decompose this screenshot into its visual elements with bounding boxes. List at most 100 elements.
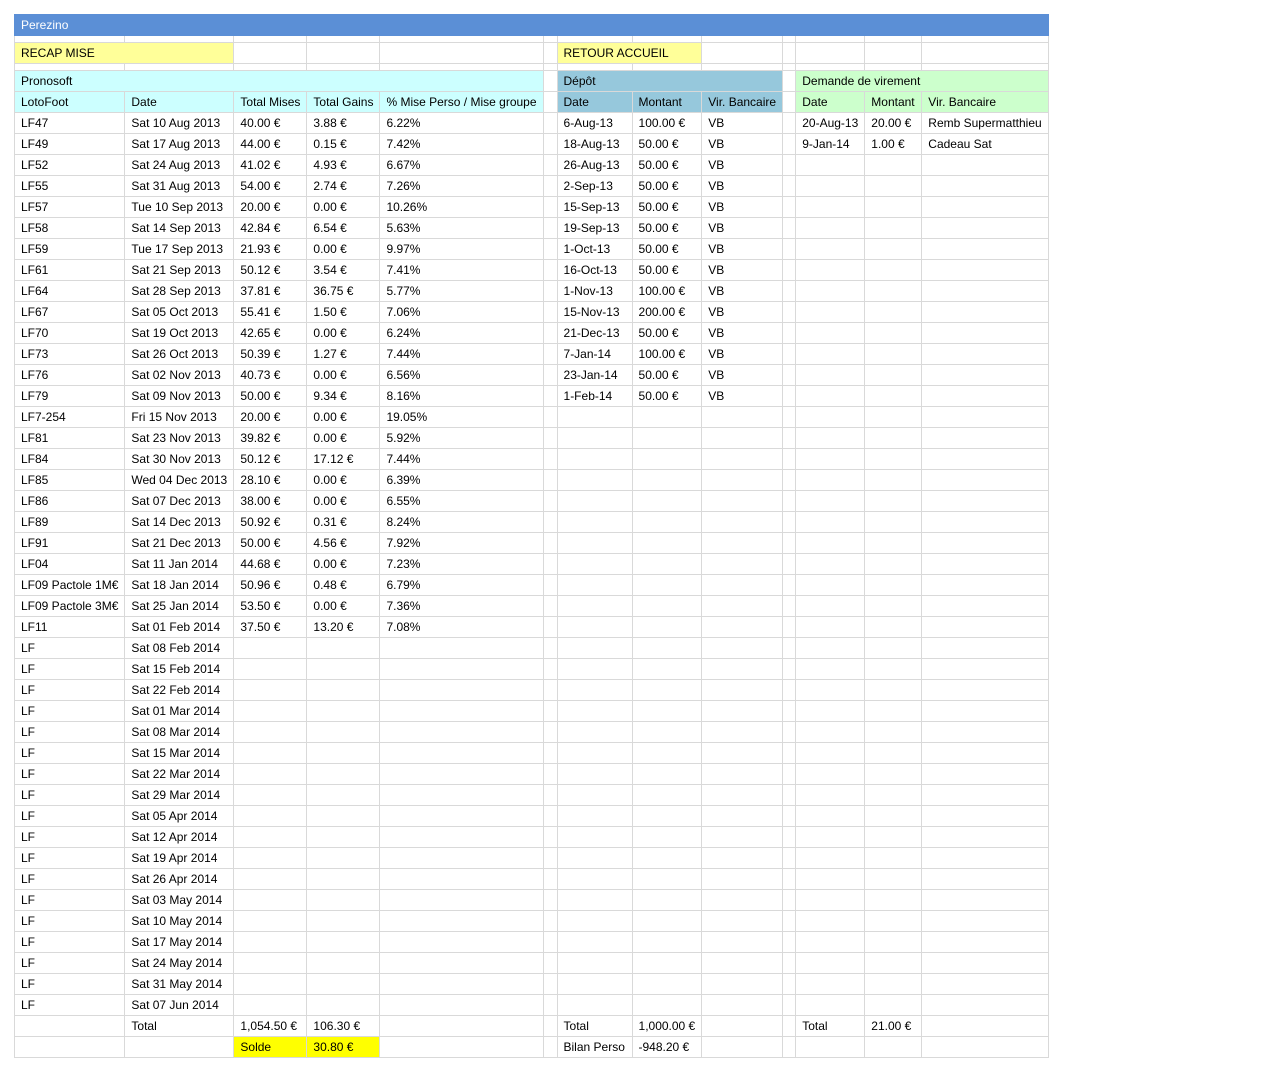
recap-mise-link[interactable]: RECAP MISE	[13, 42, 235, 64]
virement-total-value: 21.00 €	[864, 1015, 923, 1037]
pronosoft-cell	[233, 889, 308, 911]
column-header-row: LotoFoot Date Total Mises Total Gains % …	[13, 91, 1049, 113]
table-row: LF7-254 Fri 15 Nov 2013 20.00 €0.00 €19.05…	[13, 406, 1049, 428]
depot-cell: 16-Oct-13	[556, 259, 633, 281]
pronosoft-cell: 37.81 €	[233, 280, 308, 302]
depot-cell: 50.00 €	[631, 385, 703, 407]
pronosoft-cell: 50.92 €	[233, 511, 308, 533]
depot-cell: 1-Feb-14	[556, 385, 633, 407]
pronosoft-cell: 7.08%	[379, 616, 544, 638]
virement-cell: 9-Jan-14	[795, 133, 866, 155]
pronosoft-cell: 5.77%	[379, 280, 544, 302]
pronosoft-cell: 40.73 €	[233, 364, 308, 386]
pronosoft-cell: 0.00 €	[306, 553, 381, 575]
pronosoft-cell: 0.31 €	[306, 511, 381, 533]
pronosoft-cell: 7.26%	[379, 175, 544, 197]
table-row: LF Sat 22 Feb 2014	[13, 679, 1049, 701]
pronosoft-cell	[306, 868, 381, 890]
pronosoft-cell	[233, 931, 308, 953]
pronosoft-cell: 53.50 €	[233, 595, 308, 617]
pronosoft-cell: LF	[13, 973, 126, 995]
pronosoft-cell: LF	[13, 805, 126, 827]
column-header: Total Mises	[233, 91, 308, 113]
pronosoft-cell: Sat 22 Mar 2014	[124, 763, 235, 785]
pronosoft-cell	[233, 637, 308, 659]
pronosoft-cell: Sat 11 Jan 2014	[124, 553, 235, 575]
pronosoft-cell	[379, 868, 544, 890]
pronosoft-cell	[306, 994, 381, 1016]
pronosoft-cell: LF64	[13, 280, 126, 302]
pronosoft-cell: Sat 09 Nov 2013	[124, 385, 235, 407]
pronosoft-cell	[379, 847, 544, 869]
pronosoft-cell	[233, 721, 308, 743]
pronosoft-cell: Sat 23 Nov 2013	[124, 427, 235, 449]
depot-total-value: 1,000.00 €	[631, 1015, 703, 1037]
pronosoft-cell	[306, 889, 381, 911]
pronosoft-cell: Sat 08 Mar 2014	[124, 721, 235, 743]
pronosoft-cell: 36.75 €	[306, 280, 381, 302]
pronosoft-cell: 6.55%	[379, 490, 544, 512]
depot-section-label: Dépôt	[556, 70, 784, 92]
pronosoft-cell: 6.56%	[379, 364, 544, 386]
pronosoft-cell: LF	[13, 847, 126, 869]
pronosoft-cell: 40.00 €	[233, 112, 308, 134]
table-row: LF70 Sat 19 Oct 2013 42.65 €0.00 €6.24% 21-…	[13, 322, 1049, 344]
pronosoft-cell: LF58	[13, 217, 126, 239]
table-row: LF Sat 08 Feb 2014	[13, 637, 1049, 659]
pronosoft-cell	[233, 742, 308, 764]
depot-cell: VB	[701, 259, 784, 281]
pronosoft-cell: 6.54 €	[306, 217, 381, 239]
column-header: Vir. Bancaire	[921, 91, 1049, 113]
pronosoft-cell	[306, 679, 381, 701]
depot-cell: 15-Nov-13	[556, 301, 633, 323]
bilan-perso-label: Bilan Perso	[556, 1036, 633, 1058]
table-row: LF67 Sat 05 Oct 2013 55.41 €1.50 €7.06% 15-…	[13, 301, 1049, 323]
pronosoft-cell: Sat 01 Mar 2014	[124, 700, 235, 722]
depot-cell: 7-Jan-14	[556, 343, 633, 365]
table-row: LF Sat 31 May 2014	[13, 973, 1049, 995]
title-row: Perezino	[14, 14, 1049, 36]
pronosoft-cell: Tue 17 Sep 2013	[124, 238, 235, 260]
pronosoft-cell	[233, 868, 308, 890]
pronosoft-cell: 50.39 €	[233, 343, 308, 365]
table-row: LF11 Sat 01 Feb 2014 37.50 €13.20 €7.08%	[13, 616, 1049, 638]
pronosoft-cell	[379, 742, 544, 764]
table-row: LF09 Pactole 1M€ Sat 18 Jan 2014 50.96 €0.…	[13, 574, 1049, 596]
table-row: LF Sat 03 May 2014	[13, 889, 1049, 911]
pronosoft-total-mises: 1,054.50 €	[233, 1015, 308, 1037]
table-row: LF Sat 17 May 2014	[13, 931, 1049, 953]
pronosoft-cell: Sat 19 Oct 2013	[124, 322, 235, 344]
pronosoft-cell: 1.50 €	[306, 301, 381, 323]
pronosoft-cell: LF86	[13, 490, 126, 512]
retour-accueil-link[interactable]: RETOUR ACCUEIL	[556, 42, 703, 64]
pronosoft-cell: LF	[13, 994, 126, 1016]
pronosoft-cell: LF	[13, 910, 126, 932]
pronosoft-cell	[233, 973, 308, 995]
pronosoft-cell: LF	[13, 826, 126, 848]
sheet-title: Perezino	[14, 14, 1049, 36]
pronosoft-cell: Sat 21 Sep 2013	[124, 259, 235, 281]
spreadsheet-grid: Perezino RECAP MISE RETOUR ACCUEIL Prono…	[13, 14, 1049, 1058]
depot-cell: 50.00 €	[631, 175, 703, 197]
pronosoft-cell: 20.00 €	[233, 196, 308, 218]
pronosoft-cell: LF	[13, 658, 126, 680]
spacer-row	[13, 63, 1049, 71]
depot-cell: 23-Jan-14	[556, 364, 633, 386]
pronosoft-cell: 28.10 €	[233, 469, 308, 491]
solde-label: Solde	[233, 1036, 308, 1058]
pronosoft-cell: LF52	[13, 154, 126, 176]
depot-cell: VB	[701, 364, 784, 386]
depot-cell: 50.00 €	[631, 217, 703, 239]
pronosoft-cell: LF	[13, 784, 126, 806]
table-row: LF58 Sat 14 Sep 2013 42.84 €6.54 €5.63% 19-…	[13, 217, 1049, 239]
depot-cell: 50.00 €	[631, 259, 703, 281]
bilan-perso-value: -948.20 €	[631, 1036, 703, 1058]
pronosoft-cell: LF49	[13, 133, 126, 155]
pronosoft-cell	[379, 973, 544, 995]
pronosoft-cell: LF61	[13, 259, 126, 281]
pronosoft-cell	[306, 721, 381, 743]
pronosoft-cell: LF76	[13, 364, 126, 386]
depot-total-label: Total	[556, 1015, 633, 1037]
pronosoft-cell: 0.00 €	[306, 238, 381, 260]
depot-cell: VB	[701, 112, 784, 134]
